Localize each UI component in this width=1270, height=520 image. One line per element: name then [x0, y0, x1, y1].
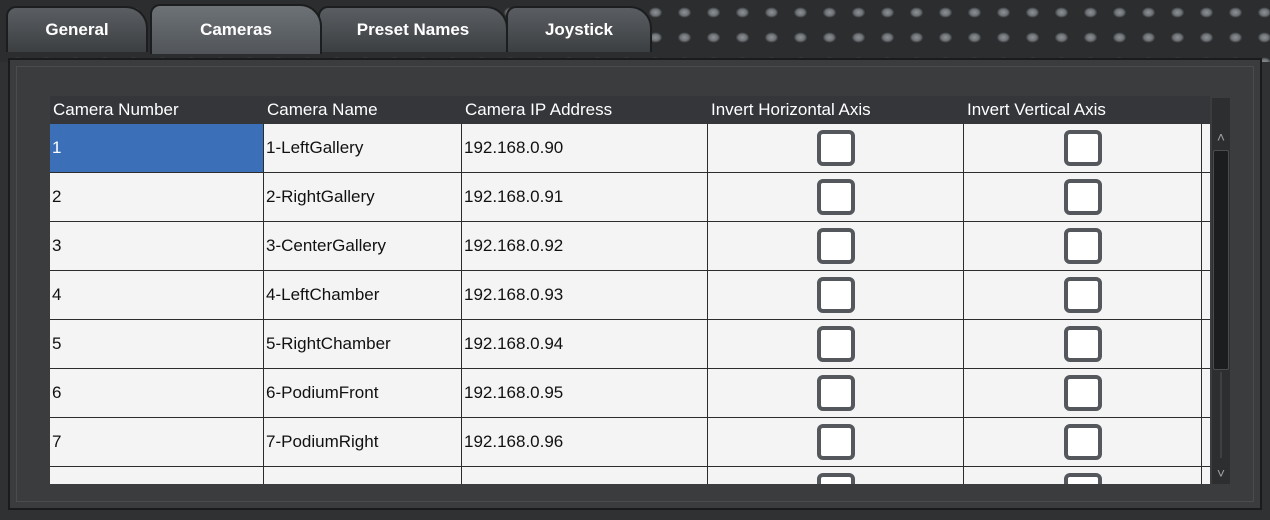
camera-table: Camera Number Camera Name Camera IP Addr… — [50, 96, 1210, 484]
cameras-panel: Camera Number Camera Name Camera IP Addr… — [8, 58, 1262, 510]
invert-horizontal-checkbox[interactable] — [816, 228, 855, 264]
cell-camera-number[interactable]: 6 — [50, 369, 264, 417]
column-header-invert-horizontal[interactable]: Invert Horizontal Axis — [708, 96, 964, 124]
invert-vertical-checkbox[interactable] — [1063, 375, 1102, 411]
cell-invert-horizontal — [708, 418, 964, 466]
tab-label: Preset Names — [356, 20, 470, 39]
cell-camera-ip[interactable]: 192.168.0.96 — [462, 418, 708, 466]
vertical-scrollbar[interactable]: ˄ ˅ — [1212, 98, 1230, 484]
cell-invert-vertical — [964, 271, 1202, 319]
tab-label: General — [45, 20, 109, 39]
cell-camera-number[interactable]: 2 — [50, 173, 264, 221]
invert-vertical-checkbox[interactable] — [1063, 277, 1102, 313]
invert-horizontal-checkbox[interactable] — [816, 179, 855, 215]
chevron-down-icon[interactable]: ˅ — [1212, 462, 1230, 484]
cell-camera-name[interactable]: 6-PodiumFront — [264, 369, 462, 417]
column-header-camera-ip[interactable]: Camera IP Address — [462, 96, 708, 124]
cell-invert-horizontal — [708, 271, 964, 319]
cell-camera-name[interactable]: 5-RightChamber — [264, 320, 462, 368]
table-body: 1 1-LeftGallery 192.168.0.90 2 2-RightGa… — [50, 124, 1210, 484]
cell-invert-vertical — [964, 320, 1202, 368]
column-header-camera-number[interactable]: Camera Number — [50, 96, 264, 124]
table-row[interactable]: 1 1-LeftGallery 192.168.0.90 — [50, 124, 1210, 173]
cell-camera-name[interactable]: 3-CenterGallery — [264, 222, 462, 270]
tab-preset-names[interactable]: Preset Names — [318, 6, 508, 52]
invert-horizontal-checkbox[interactable] — [816, 326, 855, 362]
column-header-invert-vertical[interactable]: Invert Vertical Axis — [964, 96, 1202, 124]
invert-vertical-checkbox[interactable] — [1063, 424, 1102, 460]
invert-horizontal-checkbox[interactable] — [816, 130, 855, 166]
scrollbar-track — [1220, 372, 1222, 458]
cell-invert-horizontal — [708, 467, 964, 484]
cell-invert-vertical — [964, 173, 1202, 221]
cell-camera-number[interactable] — [50, 467, 264, 484]
cell-camera-ip[interactable]: 192.168.0.94 — [462, 320, 708, 368]
tab-bar: General Preset Names Joystick Cameras — [0, 0, 680, 58]
cell-invert-vertical — [964, 369, 1202, 417]
invert-vertical-checkbox[interactable] — [1063, 473, 1102, 484]
cell-camera-name[interactable]: 2-RightGallery — [264, 173, 462, 221]
cell-invert-vertical — [964, 222, 1202, 270]
tab-cameras[interactable]: Cameras — [150, 4, 322, 54]
cell-camera-ip[interactable]: 192.168.0.92 — [462, 222, 708, 270]
cell-camera-name[interactable]: 7-PodiumRight — [264, 418, 462, 466]
invert-horizontal-checkbox[interactable] — [816, 375, 855, 411]
cell-invert-vertical — [964, 124, 1202, 172]
cell-invert-horizontal — [708, 320, 964, 368]
cell-camera-ip[interactable] — [462, 467, 708, 484]
tab-joystick[interactable]: Joystick — [506, 6, 652, 52]
invert-vertical-checkbox[interactable] — [1063, 326, 1102, 362]
invert-vertical-checkbox[interactable] — [1063, 228, 1102, 264]
cell-invert-vertical — [964, 467, 1202, 484]
tab-label: Cameras — [200, 20, 272, 39]
cell-camera-number[interactable]: 4 — [50, 271, 264, 319]
invert-vertical-checkbox[interactable] — [1063, 130, 1102, 166]
table-row[interactable]: 4 4-LeftChamber 192.168.0.93 — [50, 271, 1210, 320]
cell-camera-number[interactable]: 7 — [50, 418, 264, 466]
table-row[interactable]: 6 6-PodiumFront 192.168.0.95 — [50, 369, 1210, 418]
table-row[interactable]: 3 3-CenterGallery 192.168.0.92 — [50, 222, 1210, 271]
table-row[interactable]: 5 5-RightChamber 192.168.0.94 — [50, 320, 1210, 369]
table-row[interactable] — [50, 467, 1210, 484]
tab-general[interactable]: General — [6, 6, 148, 52]
cell-camera-name[interactable]: 4-LeftChamber — [264, 271, 462, 319]
table-row[interactable]: 2 2-RightGallery 192.168.0.91 — [50, 173, 1210, 222]
cell-camera-number[interactable]: 5 — [50, 320, 264, 368]
cell-invert-horizontal — [708, 173, 964, 221]
scrollbar-thumb[interactable] — [1213, 150, 1229, 370]
table-row[interactable]: 7 7-PodiumRight 192.168.0.96 — [50, 418, 1210, 467]
cell-camera-ip[interactable]: 192.168.0.90 — [462, 124, 708, 172]
cell-camera-ip[interactable]: 192.168.0.95 — [462, 369, 708, 417]
invert-horizontal-checkbox[interactable] — [816, 473, 855, 484]
cell-invert-horizontal — [708, 369, 964, 417]
column-header-camera-name[interactable]: Camera Name — [264, 96, 462, 124]
cell-camera-number[interactable]: 3 — [50, 222, 264, 270]
cell-invert-horizontal — [708, 222, 964, 270]
chevron-up-icon[interactable]: ˄ — [1212, 126, 1230, 148]
cell-camera-number[interactable]: 1 — [50, 124, 264, 172]
invert-horizontal-checkbox[interactable] — [816, 424, 855, 460]
cell-camera-ip[interactable]: 192.168.0.93 — [462, 271, 708, 319]
table-header: Camera Number Camera Name Camera IP Addr… — [50, 96, 1210, 124]
cell-camera-ip[interactable]: 192.168.0.91 — [462, 173, 708, 221]
invert-horizontal-checkbox[interactable] — [816, 277, 855, 313]
cell-invert-horizontal — [708, 124, 964, 172]
cell-invert-vertical — [964, 418, 1202, 466]
cell-camera-name[interactable]: 1-LeftGallery — [264, 124, 462, 172]
tab-label: Joystick — [544, 20, 614, 39]
invert-vertical-checkbox[interactable] — [1063, 179, 1102, 215]
cell-camera-name[interactable] — [264, 467, 462, 484]
